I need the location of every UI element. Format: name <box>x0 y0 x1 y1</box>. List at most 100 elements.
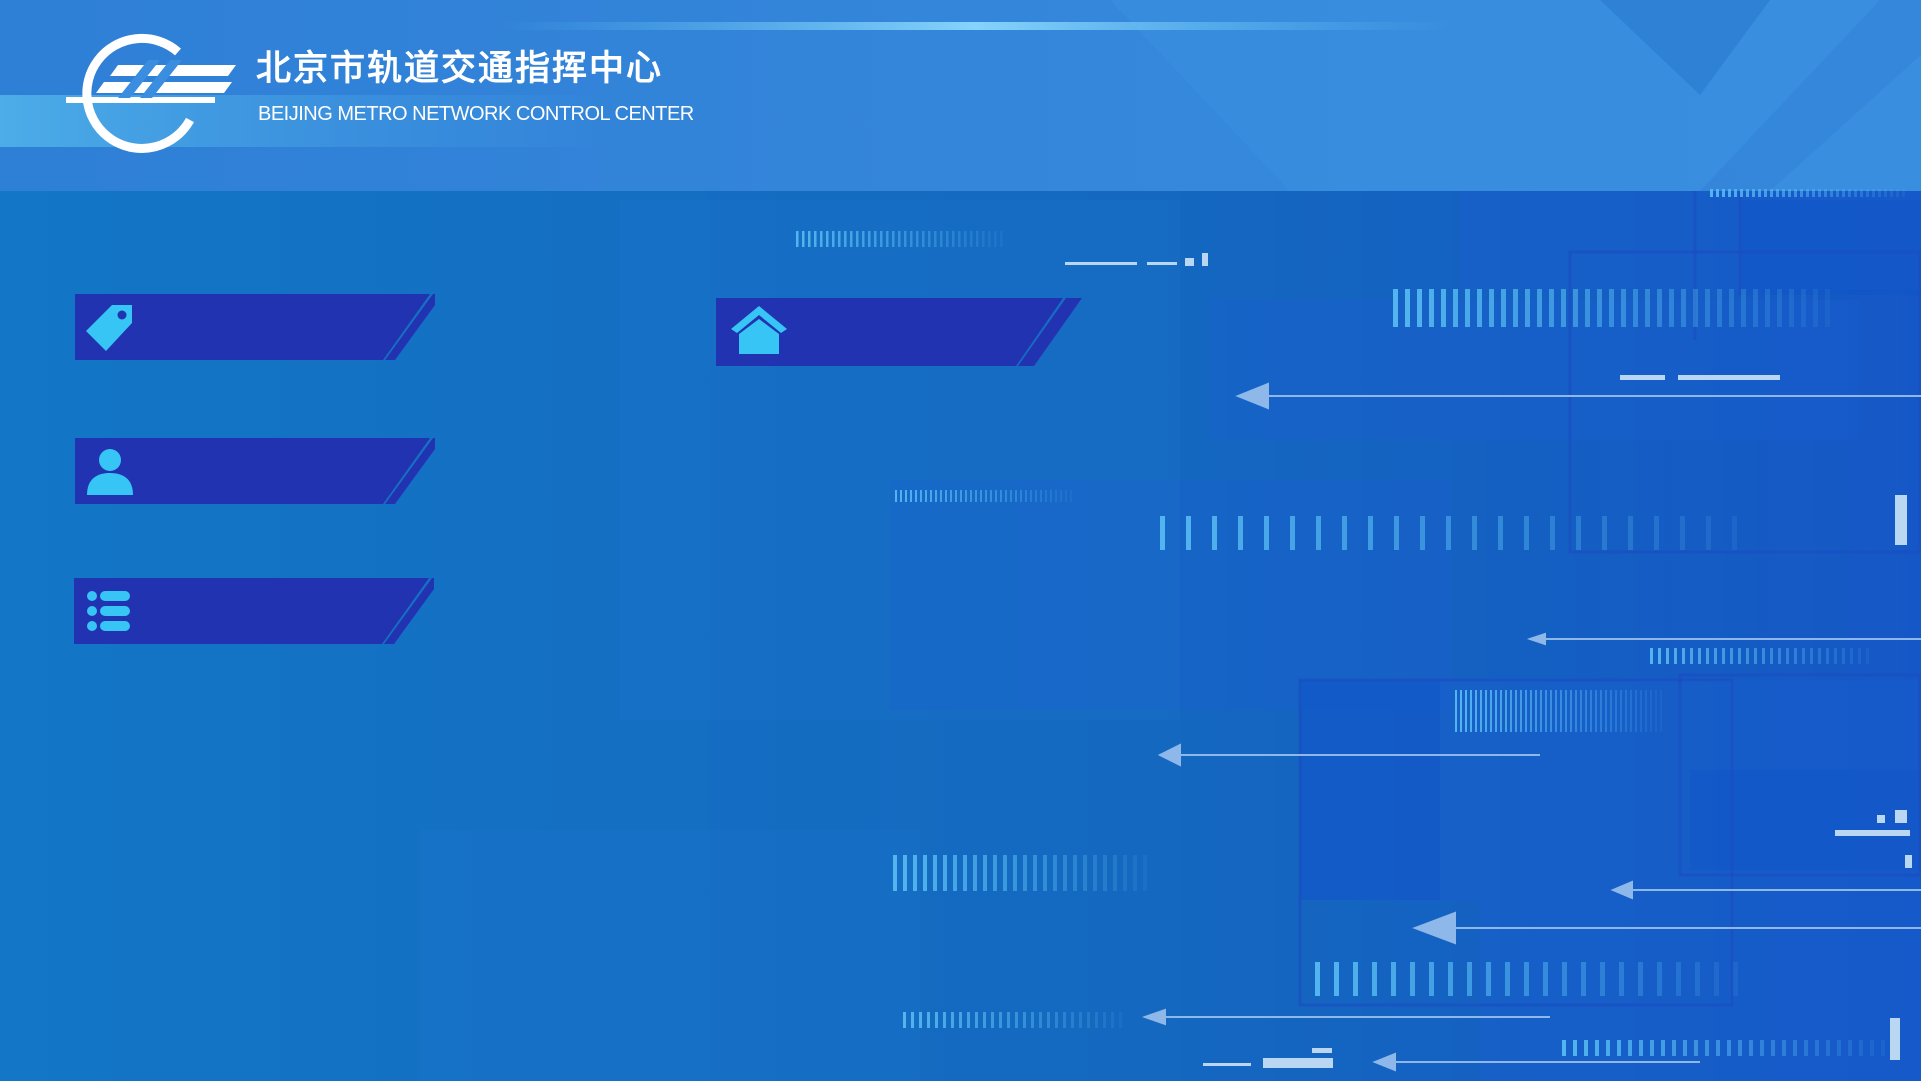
barcode-bar <box>1680 516 1685 550</box>
barcode-bar <box>1764 189 1767 197</box>
barcode-bar <box>953 855 957 891</box>
barcode-bar <box>991 1012 994 1028</box>
barcode-bar <box>915 490 917 502</box>
barcode-bar <box>1040 490 1042 502</box>
barcode-bar <box>976 231 979 247</box>
barcode-bar <box>1683 1040 1687 1056</box>
barcode-bar <box>1749 1040 1753 1056</box>
barcode-bar <box>1420 516 1425 550</box>
menu-button-list[interactable] <box>74 578 434 644</box>
barcode-bar <box>1793 1040 1797 1056</box>
menu-button-user[interactable] <box>75 438 435 504</box>
barcode-bar <box>1837 1040 1841 1056</box>
barcode-bar <box>874 231 877 247</box>
barcode-bar <box>950 490 952 502</box>
barcode-bar <box>1561 289 1566 327</box>
barcode-bar <box>814 231 817 247</box>
barcode-bar <box>1884 189 1887 197</box>
barcode-bar <box>1806 189 1809 197</box>
barcode-bar <box>1866 189 1869 197</box>
barcode-bar <box>943 1012 946 1028</box>
barcode-bar <box>1264 516 1269 550</box>
barcode-bar <box>1858 648 1861 664</box>
barcode-bar <box>970 490 972 502</box>
barcode-bar <box>1760 1040 1764 1056</box>
barcode-bar <box>1804 1040 1808 1056</box>
barcode-bar <box>1870 1040 1874 1056</box>
barcode-bar <box>1465 690 1467 732</box>
barcode-bar <box>1753 289 1758 327</box>
barcode-bar <box>920 490 922 502</box>
barcode-bar <box>1848 1040 1852 1056</box>
barcode-bar <box>1565 690 1567 732</box>
barcode-bar <box>1005 490 1007 502</box>
barcode-bar <box>1063 855 1067 891</box>
barcode-bar <box>1734 189 1737 197</box>
barcode-bar <box>1746 189 1749 197</box>
barcode-bar <box>802 231 805 247</box>
barcode-bar <box>1694 1040 1698 1056</box>
barcode-bar <box>1606 1040 1610 1056</box>
barcode-bar <box>1410 962 1415 996</box>
barcode-bar <box>1550 516 1555 550</box>
barcode-bar <box>1079 1012 1082 1028</box>
barcode-bar <box>1638 962 1643 996</box>
barcode-bar <box>1573 1040 1577 1056</box>
barcode-bar <box>923 855 927 891</box>
menu-button-tag[interactable] <box>75 294 435 360</box>
barcode-bar <box>1063 1012 1066 1028</box>
barcode-bar <box>1238 516 1243 550</box>
barcode-bar <box>927 1012 930 1028</box>
barcode-bar <box>1800 189 1803 197</box>
barcode-bar <box>910 231 913 247</box>
barcode-bar <box>1881 1040 1885 1056</box>
home-icon <box>729 304 789 360</box>
barcode-bar <box>1706 516 1711 550</box>
barcode-bar <box>946 231 949 247</box>
barcode-bar <box>1676 962 1681 996</box>
barcode-bar <box>993 855 997 891</box>
barcode-bar <box>1770 648 1773 664</box>
barcode-bar <box>1848 189 1851 197</box>
menu-button-home[interactable] <box>716 298 1086 366</box>
barcode-bar <box>1595 1040 1599 1056</box>
barcode-bar <box>1585 690 1587 732</box>
barcode-bar <box>1794 648 1797 664</box>
barcode-bar <box>1025 490 1027 502</box>
barcode-bar <box>1842 648 1845 664</box>
barcode-bar <box>1628 1040 1632 1056</box>
barcode-bar <box>1000 231 1003 247</box>
barcode-bar <box>1560 690 1562 732</box>
barcode-bar <box>913 855 917 891</box>
barcode-bar <box>1334 962 1339 996</box>
barcode-bar <box>970 231 973 247</box>
barcode-bar <box>1602 516 1607 550</box>
barcode-bar <box>1143 855 1147 891</box>
barcode-bar <box>903 1012 906 1028</box>
barcode-bar <box>1620 690 1622 732</box>
barcode-bar <box>1661 1040 1665 1056</box>
barcode-bar <box>1595 690 1597 732</box>
barcode-bar <box>994 231 997 247</box>
barcode-bar <box>1655 690 1657 732</box>
barcode-bar <box>1405 289 1410 327</box>
barcode-bar <box>1722 648 1725 664</box>
barcode-bar <box>1778 648 1781 664</box>
barcode-bar <box>1890 189 1893 197</box>
barcode-bar <box>1489 289 1494 327</box>
barcode-bar <box>1083 855 1087 891</box>
barcode-bar <box>1842 189 1845 197</box>
barcode-bar <box>999 1012 1002 1028</box>
barcode-bar <box>1515 690 1517 732</box>
barcode-bar <box>1682 648 1685 664</box>
barcode-bar <box>1441 289 1446 327</box>
barcode-bar <box>1776 189 1779 197</box>
barcode-bar <box>1047 1012 1050 1028</box>
barcode-bar <box>1103 1012 1106 1028</box>
barcode-bar <box>1095 1012 1098 1028</box>
barcode-bar <box>1524 516 1529 550</box>
barcode-bar <box>1053 855 1057 891</box>
barcode-bar <box>1160 516 1165 550</box>
barcode-bar <box>1722 189 1725 197</box>
barcode-bar <box>1060 490 1062 502</box>
